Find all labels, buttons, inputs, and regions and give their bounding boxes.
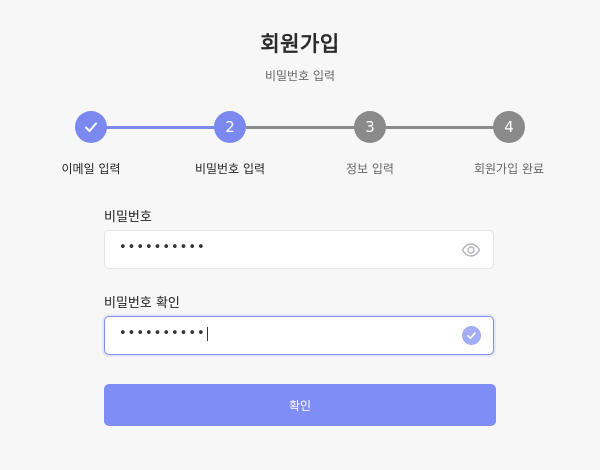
step-2-circle: 2 (214, 111, 246, 143)
password-confirm-field[interactable]: •••••••••• (104, 316, 494, 355)
step-2-label: 비밀번호 입력 (194, 162, 266, 176)
step-3-label: 정보 입력 (346, 162, 394, 176)
step-connector-2 (246, 126, 356, 129)
step-connector-3 (386, 126, 496, 129)
step-1-label: 이메일 입력 (61, 162, 121, 176)
password-label: 비밀번호 (104, 210, 152, 225)
page-title: 회원가입 (260, 32, 340, 56)
page-subtitle: 비밀번호 입력 (264, 69, 336, 83)
step-4-label: 회원가입 완료 (473, 162, 545, 176)
password-value: •••••••••• (119, 240, 206, 255)
text-caret (206, 326, 208, 341)
confirm-button[interactable]: 확인 (104, 384, 496, 426)
password-field[interactable]: •••••••••• (104, 230, 494, 269)
progress-stepper: 2 3 4 이메일 입력 비밀번호 입력 정보 입력 회원가입 완료 (0, 111, 600, 181)
step-connector-1 (106, 126, 216, 129)
password-confirm-label: 비밀번호 확인 (104, 296, 180, 311)
checkmark-icon (85, 122, 97, 132)
step-4-circle: 4 (493, 111, 525, 143)
password-confirm-value: •••••••••• (119, 326, 206, 341)
step-3-circle: 3 (354, 111, 386, 143)
check-circle-icon (462, 326, 481, 345)
password-confirm-value-wrap: •••••••••• (119, 326, 208, 341)
step-1-circle (75, 111, 107, 143)
eye-icon[interactable] (461, 241, 481, 259)
